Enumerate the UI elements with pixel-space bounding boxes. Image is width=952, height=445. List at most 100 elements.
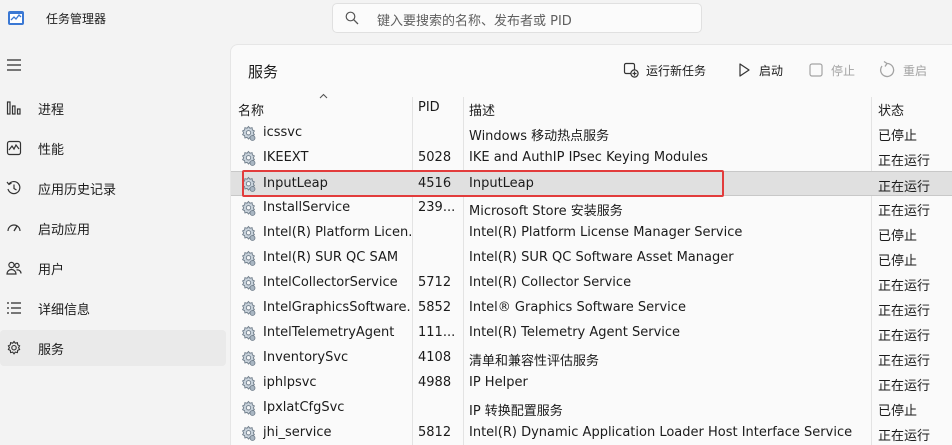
stop-icon	[809, 63, 823, 77]
stop-button[interactable]: 停止	[808, 59, 855, 81]
service-name: icssvc	[263, 125, 303, 140]
service-status: 正在运行	[878, 180, 931, 195]
search-placeholder[interactable]: 键入要搜索的名称、发布者或 PID	[377, 10, 572, 29]
service-description: Intel(R) Dynamic Application Loader Host…	[469, 425, 853, 440]
table-row[interactable]: InventorySvc 4108 清单和兼容性评估服务 正在运行	[231, 346, 952, 371]
table-row[interactable]: iphlpsvc 4988 IP Helper 正在运行	[231, 371, 952, 396]
service-status: 正在运行	[878, 154, 931, 169]
service-status: 正在运行	[878, 329, 931, 344]
service-name: IntelGraphicsSoftware...	[263, 300, 411, 315]
service-status: 正在运行	[878, 279, 931, 294]
service-pid: 5812	[418, 425, 452, 440]
service-pid: 4108	[418, 350, 452, 365]
main-panel: 服务 运行新任务 启动 停止 重启 名称 PID 描述 状态 icssvc Wi…	[230, 44, 952, 445]
page-title: 服务	[248, 63, 279, 81]
service-status: 正在运行	[878, 354, 931, 369]
details-icon	[7, 302, 21, 314]
service-gear-icon	[241, 325, 256, 341]
service-gear-icon	[241, 375, 256, 391]
service-status: 正在运行	[878, 379, 931, 394]
run-new-task-button[interactable]: 运行新任务	[623, 59, 706, 81]
start-label: 启动	[759, 63, 784, 78]
performance-icon	[6, 140, 22, 156]
table-row[interactable]: jhi_service 5812 Intel(R) Dynamic Applicat…	[231, 421, 952, 445]
sidebar-item-label: 启动应用	[38, 223, 91, 238]
column-header-name[interactable]: 名称	[238, 100, 264, 119]
sidebar-item-performance[interactable]: 性能	[0, 130, 226, 166]
processes-icon	[6, 101, 21, 115]
play-icon	[739, 63, 750, 77]
service-description: 清单和兼容性评估服务	[469, 354, 600, 369]
table-row[interactable]: Intel(R) SUR QC SAM Intel(R) SUR QC Softw…	[231, 246, 952, 271]
service-gear-icon	[241, 150, 256, 166]
service-gear-icon	[241, 400, 256, 416]
start-button[interactable]: 启动	[736, 59, 783, 81]
service-pid: 239...	[418, 200, 456, 215]
sidebar-item-app-history[interactable]: 应用历史记录	[0, 170, 226, 206]
table-row[interactable]: IKEEXT 5028 IKE and AuthIP IPsec Keying Mo…	[231, 146, 952, 171]
service-description: Windows 移动热点服务	[469, 129, 610, 144]
column-header-description[interactable]: 描述	[469, 100, 495, 119]
service-status: 已停止	[878, 229, 918, 244]
column-header-pid[interactable]: PID	[418, 100, 440, 115]
service-pid: 5712	[418, 275, 452, 290]
service-description: IP Helper	[469, 375, 528, 390]
service-status: 正在运行	[878, 304, 931, 319]
service-status: 已停止	[878, 254, 918, 269]
sidebar-item-label: 性能	[38, 143, 65, 158]
service-name: IntelTelemetryAgent	[263, 325, 395, 340]
app-history-icon	[6, 180, 21, 195]
run-new-task-label: 运行新任务	[646, 63, 707, 78]
service-pid: 4988	[418, 375, 452, 390]
service-pid: 5028	[418, 150, 452, 165]
service-name: IntelCollectorService	[263, 275, 398, 290]
service-name: IpxlatCfgSvc	[263, 400, 345, 415]
service-gear-icon	[241, 125, 256, 141]
table-row[interactable]: InstallService 239... Microsoft Store 安装服务…	[231, 196, 952, 221]
service-description: IKE and AuthIP IPsec Keying Modules	[469, 150, 708, 165]
sort-ascending-icon	[319, 93, 328, 99]
table-row[interactable]: IntelGraphicsSoftware... 5852 Intel® Graph…	[231, 296, 952, 321]
table-row[interactable]: IntelCollectorService 5712 Intel(R) Collec…	[231, 271, 952, 296]
service-description: Microsoft Store 安装服务	[469, 204, 623, 219]
service-name: Intel(R) SUR QC SAM	[263, 250, 399, 265]
service-description: Intel(R) Telemetry Agent Service	[469, 325, 681, 340]
sidebar-item-processes[interactable]: 进程	[0, 90, 226, 126]
table-row[interactable]: Intel(R) Platform Licen... Intel(R) Platf…	[231, 221, 952, 246]
service-description: Intel(R) Platform License Manager Servic…	[469, 225, 743, 240]
service-gear-icon	[241, 350, 256, 366]
sidebar-item-services[interactable]: 服务	[0, 330, 226, 366]
service-name: iphlpsvc	[263, 375, 317, 390]
column-header-status[interactable]: 状态	[878, 100, 904, 119]
table-header: 名称 PID 描述 状态	[231, 93, 952, 121]
title-bar: 任务管理器 键入要搜索的名称、发布者或 PID	[0, 0, 952, 38]
sidebar-item-users[interactable]: 用户	[0, 250, 226, 286]
services-icon	[7, 340, 21, 355]
service-gear-icon	[241, 300, 256, 316]
run-new-task-icon	[623, 62, 639, 78]
service-gear-icon	[241, 275, 256, 291]
sidebar-item-label: 详细信息	[38, 303, 91, 318]
service-pid: 5852	[418, 300, 452, 315]
sidebar-item-label: 用户	[38, 263, 65, 278]
restart-button[interactable]: 重启	[878, 59, 927, 81]
service-gear-icon	[241, 425, 256, 441]
sidebar-item-details[interactable]: 详细信息	[0, 290, 226, 326]
restart-icon	[879, 61, 895, 78]
service-name: InventorySvc	[263, 350, 349, 365]
hamburger-menu-icon[interactable]	[6, 58, 22, 72]
table-row[interactable]: IpxlatCfgSvc IP 转换配置服务 已停止	[231, 396, 952, 421]
service-status: 已停止	[878, 129, 918, 144]
service-description: Intel(R) SUR QC Software Asset Manager	[469, 250, 734, 265]
sidebar-item-startup-apps[interactable]: 启动应用	[0, 210, 226, 246]
service-name: Intel(R) Platform Licen...	[263, 225, 411, 240]
search-box[interactable]: 键入要搜索的名称、发布者或 PID	[332, 3, 702, 33]
task-manager-app-icon	[8, 11, 24, 25]
service-status: 已停止	[878, 404, 918, 419]
table-row[interactable]: icssvc Windows 移动热点服务 已停止	[231, 121, 952, 146]
sidebar-item-label: 服务	[38, 343, 65, 358]
service-description: IP 转换配置服务	[469, 404, 563, 419]
table-row[interactable]: IntelTelemetryAgent 111... Intel(R) Teleme…	[231, 321, 952, 346]
service-status: 正在运行	[878, 429, 931, 444]
service-gear-icon	[241, 250, 256, 266]
